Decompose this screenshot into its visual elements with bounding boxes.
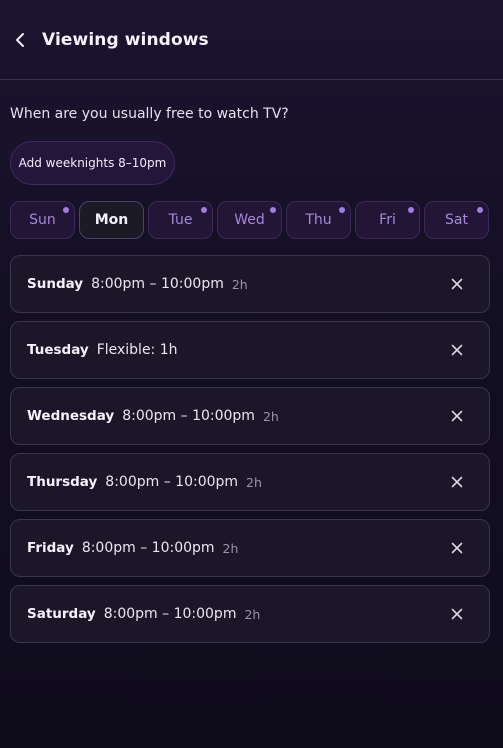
- window-time: 8:00pm – 10:00pm: [91, 276, 224, 292]
- window-indicator-dot: [408, 207, 414, 213]
- day-chip-fri[interactable]: Fri: [355, 201, 420, 239]
- day-chip-sun[interactable]: Sun: [10, 201, 75, 239]
- window-day: Tuesday: [27, 342, 89, 358]
- window-duration: 2h: [222, 540, 239, 556]
- day-chip-label: Thu: [305, 212, 332, 228]
- window-duration: 2h: [262, 408, 279, 424]
- window-duration: 2h: [246, 474, 262, 490]
- window-time: 8:00pm – 10:00pm: [122, 408, 255, 424]
- window-day: Wednesday: [27, 408, 115, 424]
- day-chip-sat[interactable]: Sat: [424, 201, 489, 239]
- page-title: Viewing windows: [42, 29, 209, 50]
- day-chip-tue[interactable]: Tue: [148, 201, 213, 239]
- remove-window-button[interactable]: [447, 604, 467, 624]
- remove-window-button[interactable]: [447, 274, 467, 294]
- viewing-windows-list: Sunday 8:00pm – 10:00pm 2h Tuesday Flexi…: [10, 255, 490, 643]
- close-icon: [451, 608, 463, 620]
- window-row-tuesday: Tuesday Flexible: 1h: [10, 321, 490, 379]
- close-icon: [451, 542, 463, 554]
- day-chip-thu[interactable]: Thu: [286, 201, 351, 239]
- day-chip-mon[interactable]: Mon: [79, 201, 144, 239]
- day-chip-label: Wed: [234, 212, 265, 228]
- window-row-wednesday: Wednesday 8:00pm – 10:00pm 2h: [10, 387, 490, 445]
- header: Viewing windows: [0, 0, 503, 80]
- back-button[interactable]: [10, 28, 30, 52]
- window-indicator-dot: [201, 207, 207, 213]
- day-chip-wed[interactable]: Wed: [217, 201, 282, 239]
- day-chip-label: Mon: [94, 212, 129, 228]
- remove-window-button[interactable]: [447, 472, 467, 492]
- window-indicator-dot: [63, 207, 69, 213]
- window-time: 8:00pm – 10:00pm: [103, 606, 237, 622]
- day-chip-label: Tue: [168, 212, 193, 228]
- day-selector: Sun Mon Tue Wed Thu Fri Sat: [10, 201, 489, 239]
- window-day: Friday: [27, 540, 74, 556]
- window-time: 8:00pm – 10:00pm: [81, 540, 215, 556]
- window-duration: 2h: [244, 606, 261, 622]
- remove-window-button[interactable]: [447, 340, 467, 360]
- window-indicator-dot: [477, 207, 483, 213]
- window-row-sunday: Sunday 8:00pm – 10:00pm 2h: [10, 255, 490, 313]
- prompt-text: When are you usually free to watch TV?: [10, 106, 289, 122]
- close-icon: [451, 278, 463, 290]
- window-time: 8:00pm – 10:00pm: [105, 474, 239, 490]
- window-row-thursday: Thursday 8:00pm – 10:00pm 2h: [10, 453, 490, 511]
- day-chip-label: Sat: [445, 212, 468, 228]
- close-icon: [451, 410, 463, 422]
- close-icon: [451, 476, 463, 488]
- add-weeknights-button[interactable]: Add weeknights 8–10pm: [10, 141, 175, 185]
- window-time: Flexible: 1h: [96, 342, 178, 358]
- window-row-saturday: Saturday 8:00pm – 10:00pm 2h: [10, 585, 490, 643]
- window-day: Sunday: [27, 276, 84, 292]
- remove-window-button[interactable]: [447, 406, 467, 426]
- day-chip-label: Fri: [379, 212, 396, 228]
- window-indicator-dot: [339, 207, 345, 213]
- remove-window-button[interactable]: [447, 538, 467, 558]
- chevron-left-icon: [16, 32, 24, 47]
- window-day: Thursday: [27, 474, 98, 490]
- window-day: Saturday: [27, 606, 96, 622]
- close-icon: [451, 344, 463, 356]
- window-duration: 2h: [231, 276, 248, 292]
- window-row-friday: Friday 8:00pm – 10:00pm 2h: [10, 519, 490, 577]
- window-indicator-dot: [270, 207, 276, 213]
- day-chip-label: Sun: [29, 212, 56, 228]
